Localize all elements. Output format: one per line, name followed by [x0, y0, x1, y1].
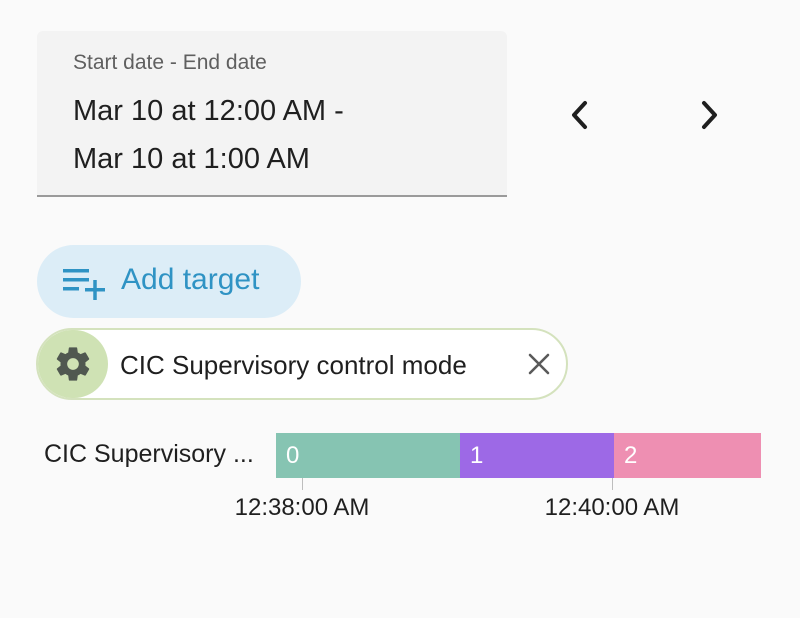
tick-label: 12:38:00 AM — [234, 494, 370, 521]
add-target-label: Add target — [121, 263, 260, 296]
date-range-label: Start date - End date — [73, 51, 267, 74]
tick-mark — [612, 478, 613, 490]
timeline-segment[interactable]: 1 — [460, 433, 614, 478]
chip-avatar — [38, 330, 108, 398]
previous-period-button[interactable] — [555, 90, 605, 140]
timeline-segment[interactable]: 2 — [614, 433, 761, 478]
chevron-left-icon — [572, 101, 587, 129]
timeline-segment-value: 0 — [286, 442, 300, 469]
next-period-button[interactable] — [684, 90, 734, 140]
tick-label: 12:40:00 AM — [544, 494, 680, 521]
date-range-value: Mar 10 at 12:00 AM - Mar 10 at 1:00 AM — [73, 87, 493, 183]
close-icon[interactable] — [526, 351, 552, 377]
playlist-plus-icon — [63, 269, 105, 300]
date-range-picker[interactable]: Start date - End date Mar 10 at 12:00 AM… — [37, 31, 507, 197]
gear-icon — [56, 347, 90, 381]
chevron-right-icon — [702, 101, 717, 129]
date-range-start: Mar 10 at 12:00 AM - — [73, 95, 344, 127]
timeline-entity-label: CIC Supervisory ... — [44, 440, 254, 468]
timeline-bar: 0 1 2 — [276, 433, 761, 478]
timeline-segment-value: 2 — [624, 442, 638, 469]
timeline-segment[interactable]: 0 — [276, 433, 460, 478]
add-target-button[interactable]: Add target — [37, 245, 301, 318]
date-range-end: Mar 10 at 1:00 AM — [73, 143, 310, 175]
target-chip-label: CIC Supervisory control mode — [120, 350, 467, 380]
timeline-segment-value: 1 — [470, 442, 484, 469]
target-chip[interactable]: CIC Supervisory control mode — [36, 328, 568, 400]
tick-mark — [302, 478, 303, 490]
